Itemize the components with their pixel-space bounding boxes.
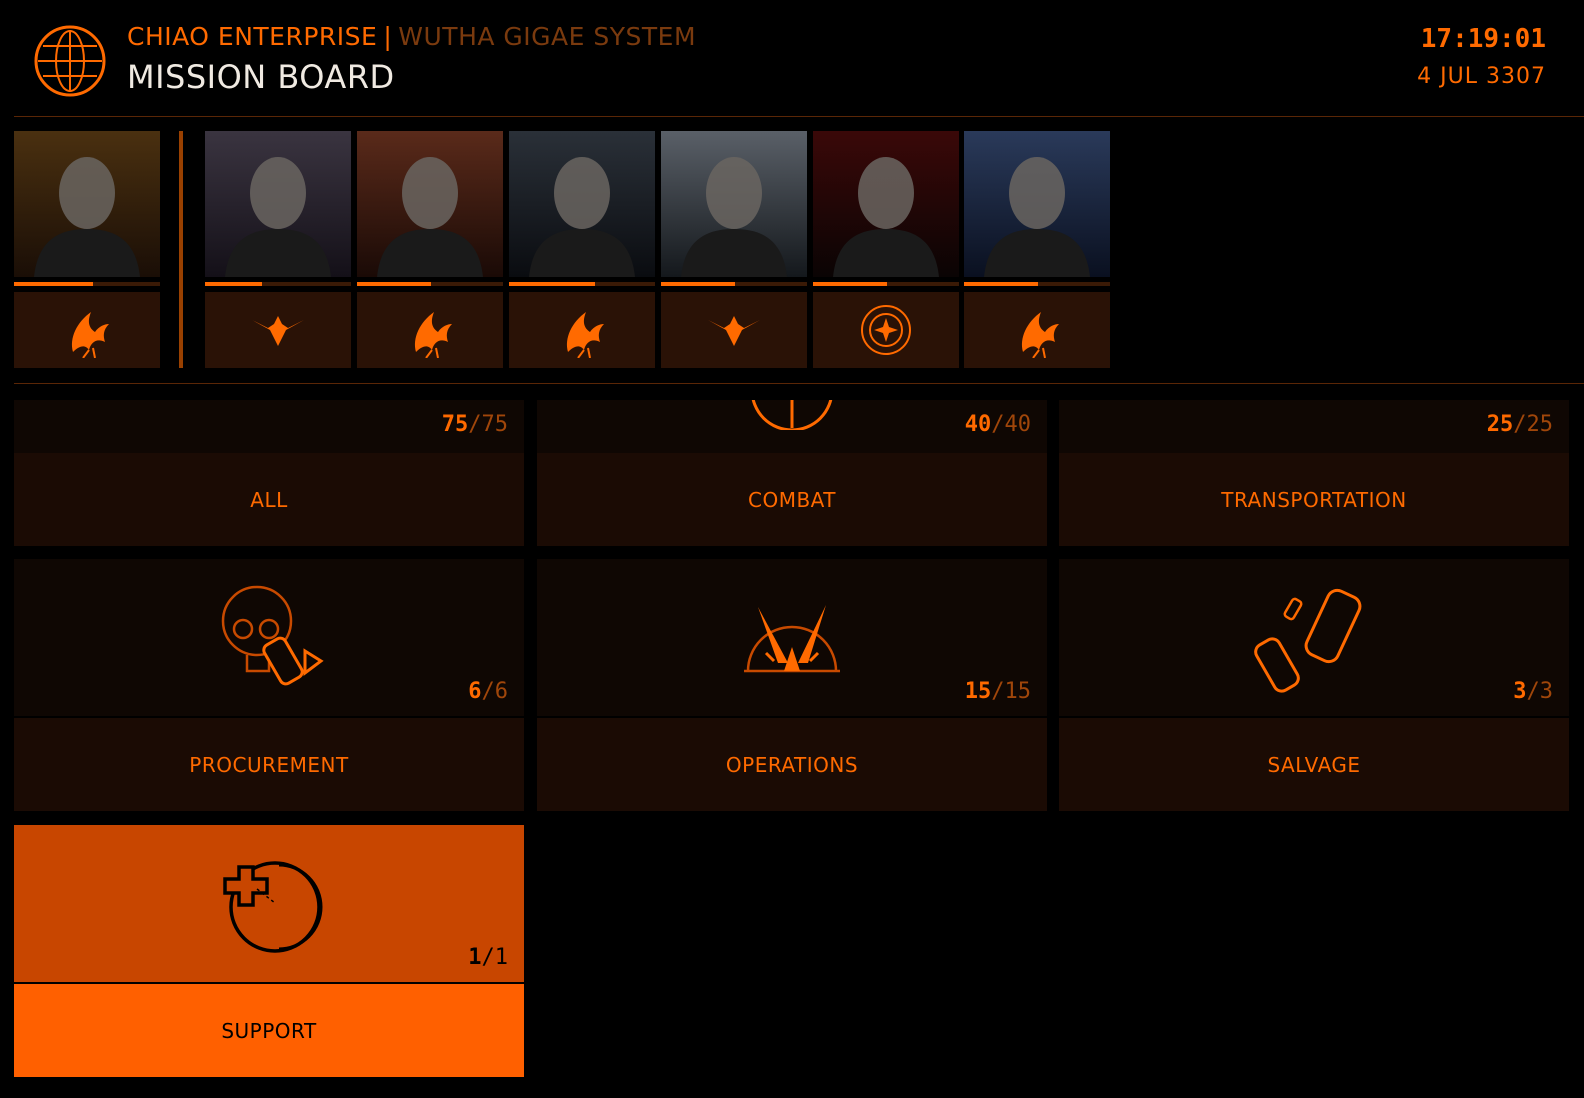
category-icon-area: 75/75 [14,400,524,457]
faction-badge [357,292,503,368]
contact-portrait [205,131,351,277]
contact-card[interactable] [813,131,959,368]
page-title: MISSION BOARD [127,58,395,96]
federation-phoenix-icon [71,312,109,358]
salvage-canisters-icon [1254,588,1362,693]
category-icon-area: 1/1 [14,825,524,982]
globe-icon [34,25,106,97]
category-icon-area: 3/3 [1059,559,1569,716]
category-icon-area: 6/6 [14,559,524,716]
crosshair-icon [751,400,833,430]
faction-badge [509,292,655,368]
category-label: PROCUREMENT [14,718,524,811]
reputation-bar [813,282,959,286]
reputation-bar [357,282,503,286]
station-location: CHIAO ENTERPRISE | WUTHA GIGAE SYSTEM [127,22,696,51]
support-medical-icon [223,861,323,953]
contact-card[interactable] [661,131,807,368]
imperial-eagle-icon [252,316,304,346]
category-label: TRANSPORTATION [1059,453,1569,546]
category-operations-tile[interactable]: 15/15 OPERATIONS [537,559,1047,811]
category-support-tile[interactable]: 1/1 SUPPORT [14,825,524,1077]
contact-portrait [661,131,807,277]
reputation-bar [661,282,807,286]
federation-phoenix-icon [414,312,452,358]
contacts-divider [179,131,183,368]
station-name: CHIAO ENTERPRISE [127,22,378,51]
category-label: SUPPORT [14,984,524,1077]
clock: 17:19:01 [1420,24,1546,54]
skull-cargo-icon [221,585,324,686]
federation-phoenix-icon [566,312,604,358]
mission-count: 75/75 [441,412,508,437]
category-icon-area: 25/25 [1059,400,1569,457]
contact-portrait [357,131,503,277]
location-separator: | [383,22,393,51]
mission-count: 3/3 [1513,679,1553,704]
mission-count: 6/6 [468,679,508,704]
contact-portrait [14,131,160,277]
date: 4 JUL 3307 [1417,64,1546,89]
system-name: WUTHA GIGAE SYSTEM [398,22,697,51]
all-missions-icon [239,400,299,406]
faction-badge [964,292,1110,368]
federation-phoenix-icon [1021,312,1059,358]
section-divider [14,383,1584,384]
category-label: ALL [14,453,524,546]
faction-badge [205,292,351,368]
category-salvage-tile[interactable]: 3/3 SALVAGE [1059,559,1569,811]
reputation-bar [964,282,1110,286]
contact-portrait [813,131,959,277]
header-divider [14,116,1584,117]
reputation-bar [509,282,655,286]
reputation-bar [14,282,160,286]
mission-count: 25/25 [1486,412,1553,437]
mission-count: 1/1 [468,945,508,970]
mission-count: 15/15 [964,679,1031,704]
contact-card[interactable] [205,131,351,368]
category-label: SALVAGE [1059,718,1569,811]
contact-portrait [509,131,655,277]
category-procurement-tile[interactable]: 6/6 PROCUREMENT [14,559,524,811]
category-combat-tile[interactable]: 40/40 COMBAT [537,400,1047,546]
faction-badge [813,292,959,368]
contact-card[interactable] [14,131,160,368]
contact-card[interactable] [509,131,655,368]
contact-card[interactable] [964,131,1110,368]
faction-badge [661,292,807,368]
contact-portrait [964,131,1110,277]
category-icon-area: 40/40 [537,400,1047,457]
radar-burst-icon [744,605,840,673]
category-label: COMBAT [537,453,1047,546]
category-icon-area: 15/15 [537,559,1047,716]
reputation-bar [205,282,351,286]
alliance-star-icon [861,305,911,355]
contact-card[interactable] [357,131,503,368]
mission-count: 40/40 [964,412,1031,437]
category-label: OPERATIONS [537,718,1047,811]
imperial-eagle-icon [708,316,760,346]
category-all-tile[interactable]: 75/75 ALL [14,400,524,546]
category-transportation-tile[interactable]: 25/25 TRANSPORTATION [1059,400,1569,546]
faction-badge [14,292,160,368]
